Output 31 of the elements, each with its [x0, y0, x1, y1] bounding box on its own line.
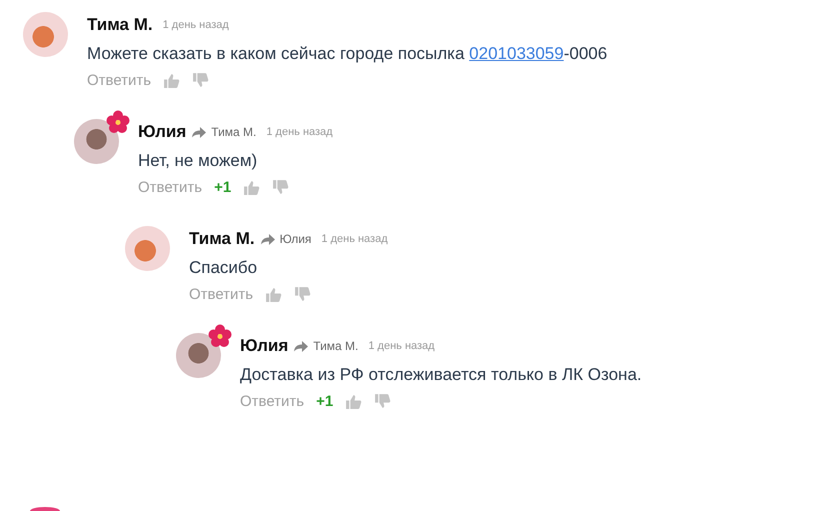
flower-icon: [106, 110, 130, 134]
author-name[interactable]: Тима М.: [87, 15, 153, 35]
thumbs-up-icon[interactable]: [345, 393, 362, 410]
thumbs-down-icon[interactable]: [374, 393, 392, 410]
reply-to-name[interactable]: Тима М.: [313, 339, 358, 353]
author-name[interactable]: Тима М.: [189, 229, 255, 249]
author-name[interactable]: Юлия: [240, 336, 288, 356]
comment-time: 1 день назад: [266, 126, 333, 138]
flower-icon: [208, 324, 232, 348]
author-name[interactable]: Юлия: [138, 122, 186, 142]
vote-score: +1: [316, 393, 334, 410]
thumbs-up-icon[interactable]: [243, 179, 260, 196]
reply-arrow-icon: [294, 340, 308, 352]
reply-arrow-icon: [192, 126, 206, 138]
thumbs-down-icon[interactable]: [272, 179, 290, 196]
reply-to-name[interactable]: Тима М.: [211, 125, 256, 139]
reply-arrow-icon: [260, 234, 275, 244]
comment-time: 1 день назад: [368, 340, 435, 352]
reply-to-name[interactable]: Юлия: [280, 232, 312, 246]
comment-text: Нет, не можем): [138, 150, 258, 172]
tracking-number-link[interactable]: 0201033059: [469, 44, 564, 63]
comment-time: 1 день назад: [321, 233, 388, 245]
comment-text: Доставка из РФ отслеживается только в ЛК Озона.: [240, 364, 642, 386]
comment-time: 1 день назад: [162, 19, 229, 31]
thumbs-down-icon[interactable]: [192, 72, 210, 89]
thumbs-up-icon[interactable]: [265, 286, 282, 303]
vote-score: +1: [214, 179, 232, 196]
thumbs-up-icon[interactable]: [163, 72, 180, 89]
thumbs-down-icon[interactable]: [294, 286, 312, 303]
comment-text: Можете сказать в каком сейчас городе посылка 0201033059-0006: [87, 43, 608, 65]
comment-text: Спасибо: [189, 257, 258, 279]
